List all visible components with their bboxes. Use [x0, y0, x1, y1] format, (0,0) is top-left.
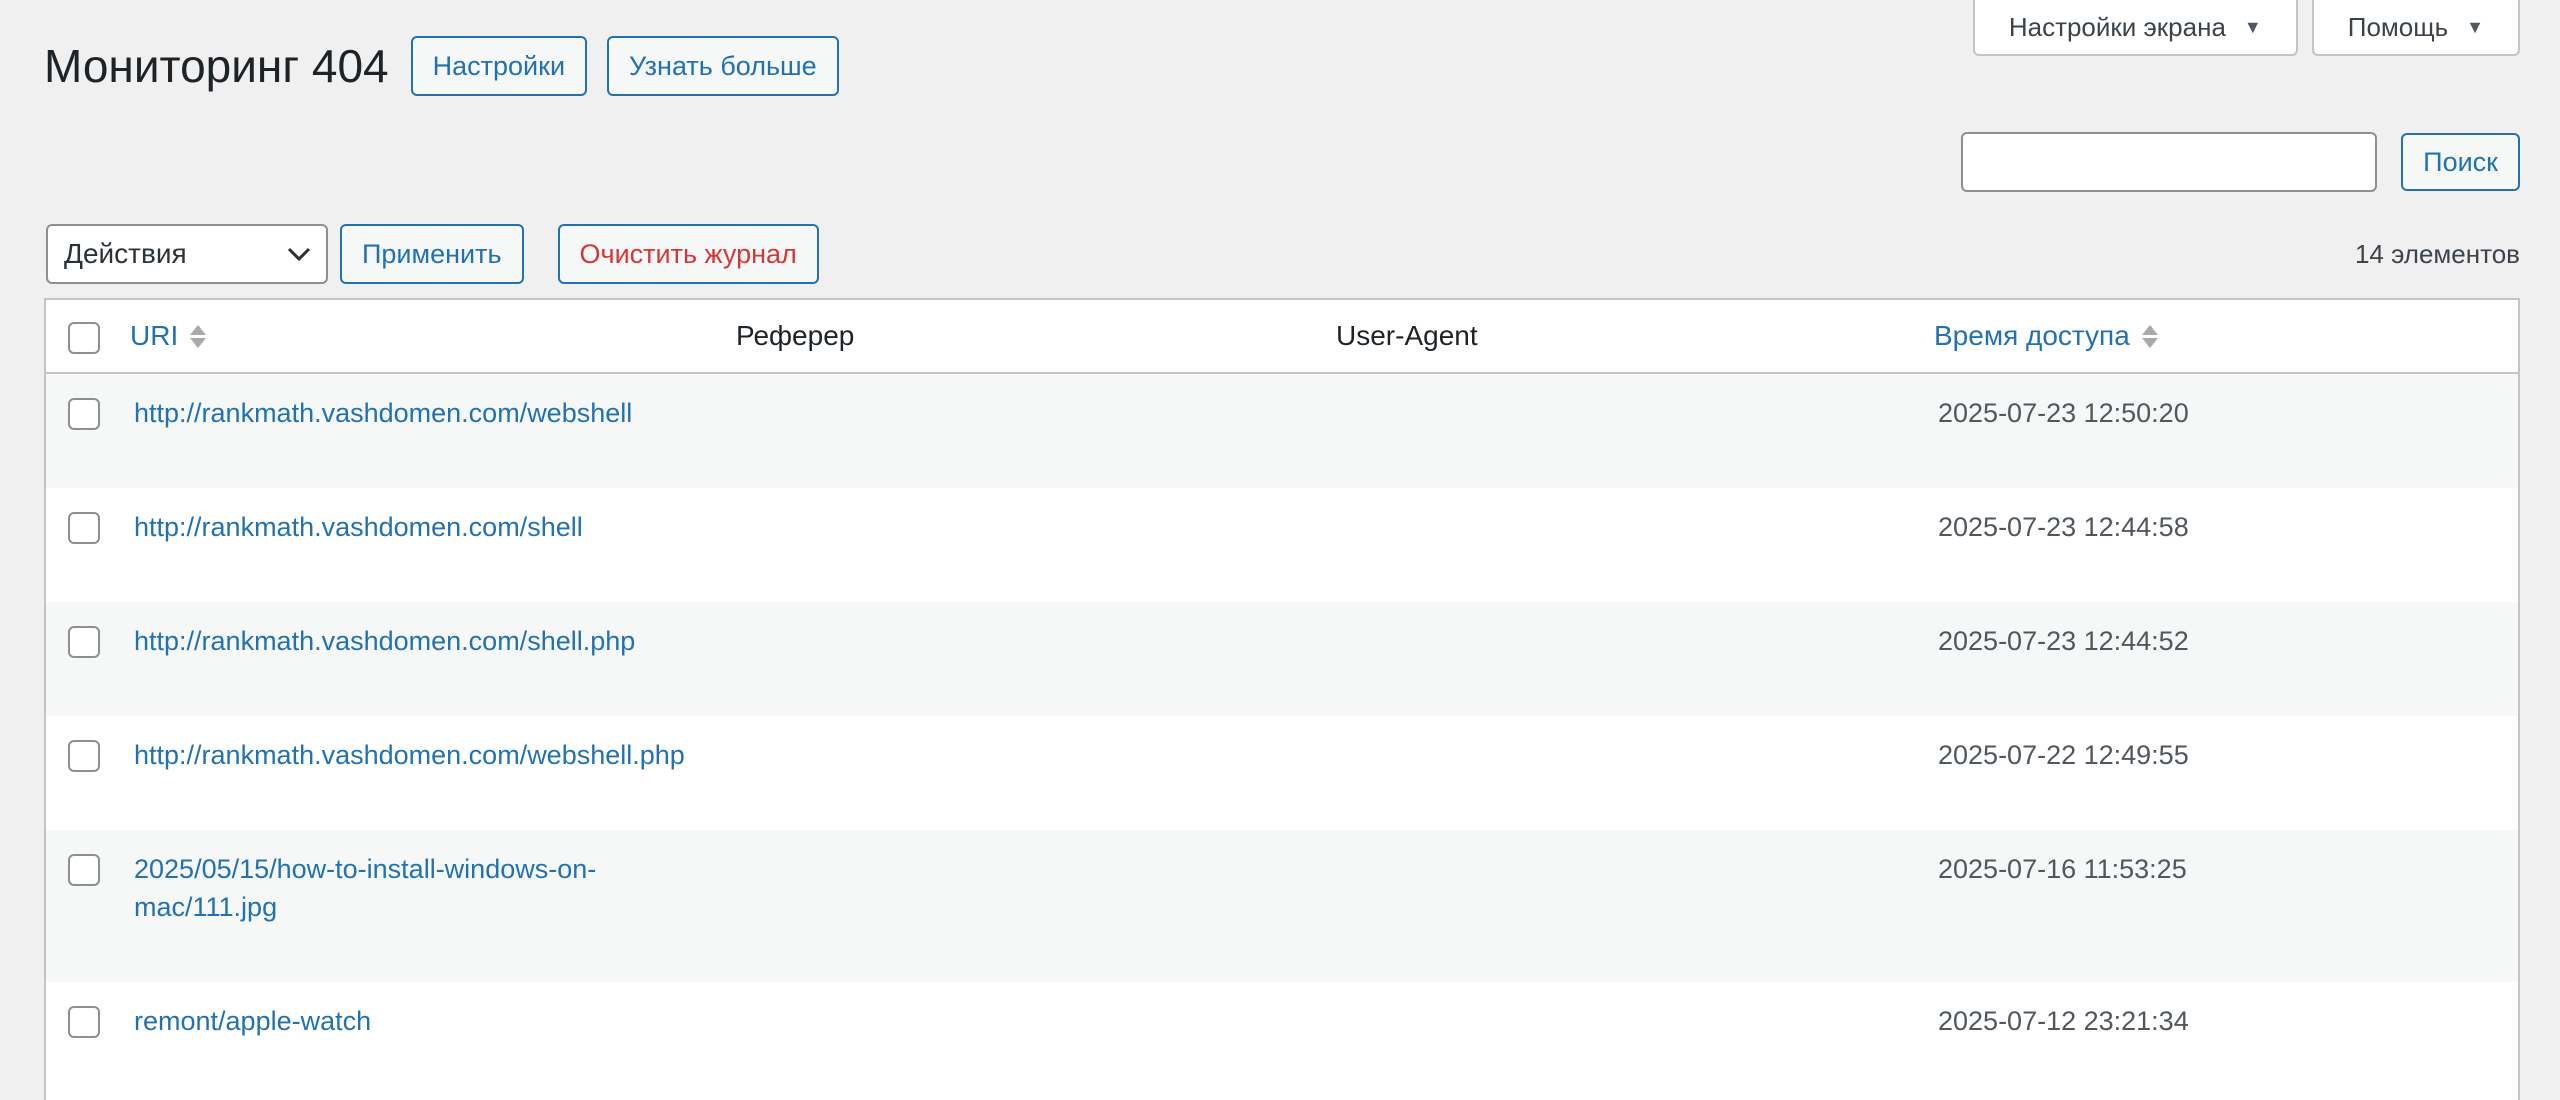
table-row: 2025/05/15/how-to-install-windows-on-mac… [46, 830, 2518, 982]
tablenav-top: Действия Применить Очистить журнал 14 эл… [46, 224, 2520, 284]
row-access-time: 2025-07-23 12:50:20 [1938, 398, 2189, 428]
search-box: Поиск [1961, 132, 2520, 192]
log-table: URI Реферер User-Agent Время доступа htt… [44, 298, 2520, 1100]
items-count: 14 элементов [2354, 238, 2520, 269]
row-access-time: 2025-07-22 12:49:55 [1938, 740, 2189, 770]
search-input[interactable] [1961, 132, 2378, 192]
screen-meta-links: Настройки экрана ▼ Помощь ▼ [1972, 0, 2520, 56]
table-row: http://rankmath.vashdomen.com/webshell 2… [46, 374, 2518, 488]
column-uri[interactable]: URI [130, 300, 207, 372]
search-button[interactable]: Поиск [2401, 133, 2520, 191]
column-user-agent: User-Agent [1336, 320, 1478, 351]
row-uri-link[interactable]: http://rankmath.vashdomen.com/shell [134, 508, 694, 546]
row-checkbox[interactable] [68, 1006, 100, 1038]
bulk-actions-value: Действия [64, 238, 187, 269]
table-header: URI Реферер User-Agent Время доступа [46, 300, 2518, 374]
row-checkbox[interactable] [68, 398, 100, 430]
row-uri-link[interactable]: remont/apple-watch [134, 1002, 694, 1040]
learn-more-button[interactable]: Узнать больше [607, 36, 839, 96]
row-access-time: 2025-07-16 11:53:25 [1938, 854, 2187, 884]
apply-button[interactable]: Применить [340, 224, 524, 284]
row-checkbox[interactable] [68, 854, 100, 886]
chevron-down-icon [287, 247, 311, 262]
bulk-actions-select[interactable]: Действия [46, 224, 328, 284]
table-row: http://rankmath.vashdomen.com/webshell.p… [46, 716, 2518, 830]
select-all-checkbox[interactable] [68, 322, 100, 354]
screen-options-label: Настройки экрана [2008, 11, 2226, 42]
row-access-time: 2025-07-12 23:21:34 [1938, 1006, 2189, 1036]
row-checkbox[interactable] [68, 512, 100, 544]
column-access-time[interactable]: Время доступа [1934, 300, 2158, 372]
page-header: Мониторинг 404 Настройки Узнать больше [44, 36, 839, 96]
row-uri-link[interactable]: 2025/05/15/how-to-install-windows-on-mac… [134, 850, 654, 926]
settings-button[interactable]: Настройки [410, 36, 588, 96]
row-checkbox[interactable] [68, 740, 100, 772]
column-referer: Реферер [736, 320, 855, 351]
help-button[interactable]: Помощь ▼ [2311, 0, 2520, 56]
screen-options-button[interactable]: Настройки экрана ▼ [1972, 0, 2298, 56]
page-title: Мониторинг 404 [44, 40, 389, 92]
row-access-time: 2025-07-23 12:44:52 [1938, 626, 2189, 656]
column-uri-label: URI [130, 320, 179, 351]
row-uri-link[interactable]: http://rankmath.vashdomen.com/shell.php [134, 622, 694, 660]
table-row: http://rankmath.vashdomen.com/shell.php … [46, 602, 2518, 716]
sort-icon [2141, 324, 2158, 348]
row-access-time: 2025-07-23 12:44:58 [1938, 512, 2189, 542]
table-row: http://rankmath.vashdomen.com/shell 2025… [46, 488, 2518, 602]
row-uri-link[interactable]: http://rankmath.vashdomen.com/webshell [134, 394, 694, 432]
help-label: Помощь [2347, 11, 2449, 42]
caret-down-icon: ▼ [2466, 16, 2484, 37]
row-uri-link[interactable]: http://rankmath.vashdomen.com/webshell.p… [134, 736, 694, 774]
clear-log-button[interactable]: Очистить журнал [557, 224, 819, 284]
row-checkbox[interactable] [68, 626, 100, 658]
table-row: remont/apple-watch 2025-07-12 23:21:34 [46, 982, 2518, 1096]
page: Настройки экрана ▼ Помощь ▼ Мониторинг 4… [0, 0, 2560, 1100]
column-access-time-label: Время доступа [1934, 320, 2130, 351]
caret-down-icon: ▼ [2243, 16, 2262, 37]
sort-icon [190, 324, 207, 348]
